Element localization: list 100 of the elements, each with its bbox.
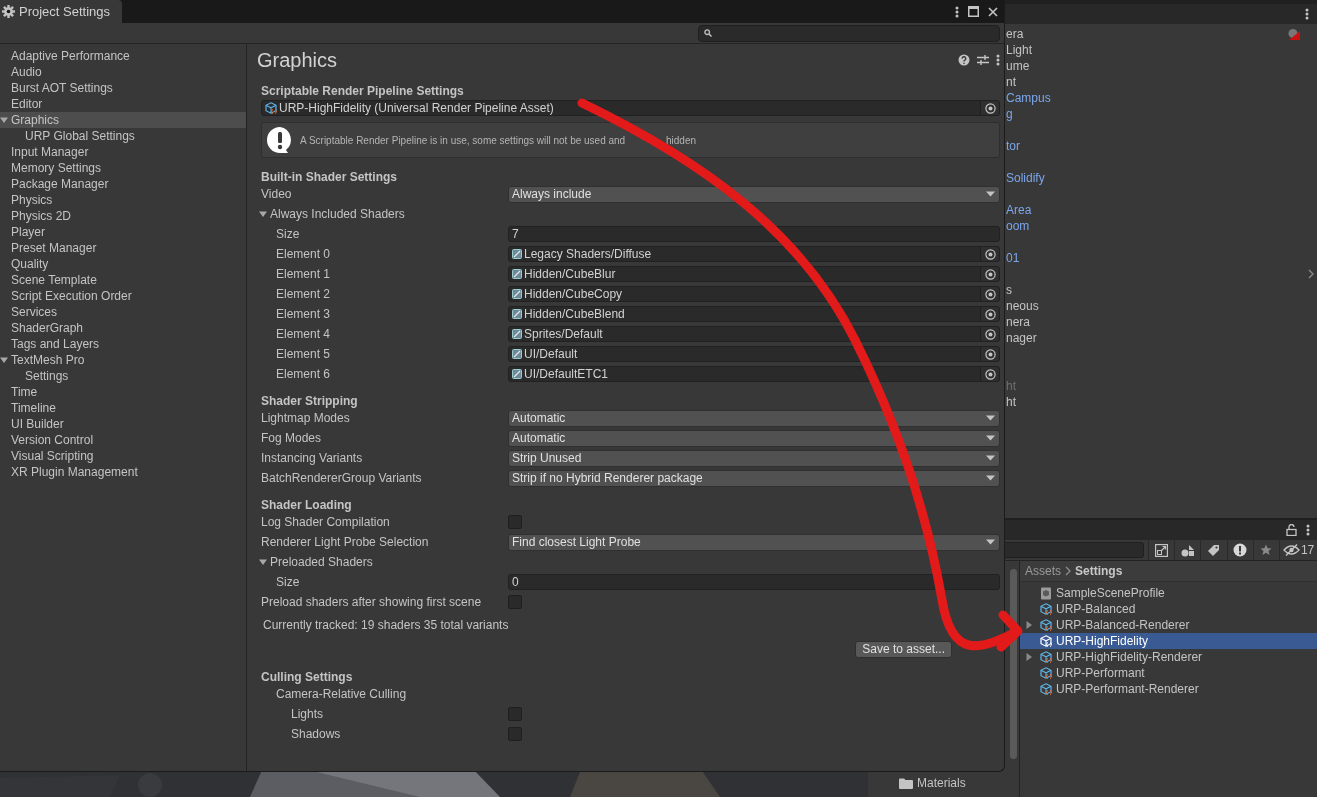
hierarchy-item[interactable]: oom <box>1005 218 1317 234</box>
hierarchy-item[interactable]: tor <box>1005 138 1317 154</box>
maximize-icon[interactable] <box>968 6 979 17</box>
hierarchy-item[interactable]: nera <box>1005 314 1317 330</box>
dropdown[interactable]: Automatic <box>508 429 1000 447</box>
sidebar-item[interactable]: Settings <box>0 368 246 384</box>
checkbox[interactable] <box>508 595 522 609</box>
object-field[interactable]: UI/DefaultETC1 <box>508 366 1000 382</box>
object-picker-button[interactable] <box>980 367 999 381</box>
expand-icon[interactable] <box>0 356 8 364</box>
object-picker-button[interactable] <box>980 307 999 321</box>
checkbox[interactable] <box>508 515 522 529</box>
asset-item[interactable]: URP-HighFidelity-Renderer <box>1020 649 1317 665</box>
foldout-toggle[interactable]: Preloaded Shaders <box>259 555 373 569</box>
hierarchy-item[interactable]: s <box>1005 282 1317 298</box>
checkbox[interactable] <box>508 727 522 741</box>
hierarchy-item[interactable]: Light <box>1005 42 1317 58</box>
number-field[interactable]: 7 <box>508 226 1000 242</box>
chevron-icon[interactable] <box>1308 269 1314 279</box>
sidebar-item[interactable]: Package Manager <box>0 176 246 192</box>
hierarchy-item[interactable]: g <box>1005 106 1317 122</box>
object-field[interactable]: Hidden/CubeBlur <box>508 266 1000 282</box>
sidebar-item[interactable]: URP Global Settings <box>0 128 246 144</box>
object-picker-button[interactable] <box>980 347 999 361</box>
asset-item[interactable]: URP-Performant-Renderer <box>1020 681 1317 697</box>
sidebar-item[interactable]: ShaderGraph <box>0 320 246 336</box>
close-icon[interactable] <box>988 6 998 17</box>
menu-icon[interactable] <box>1306 524 1310 536</box>
hierarchy-item[interactable]: Campus <box>1005 90 1317 106</box>
sidebar-item[interactable]: Preset Manager <box>0 240 246 256</box>
object-field[interactable]: Hidden/CubeBlend <box>508 306 1000 322</box>
object-picker-button[interactable] <box>980 327 999 341</box>
sidebar-item[interactable]: Memory Settings <box>0 160 246 176</box>
object-picker-button[interactable] <box>980 247 999 261</box>
menu-icon[interactable] <box>1305 8 1309 20</box>
object-field[interactable]: URP-HighFidelity (Universal Render Pipeline Asset) <box>261 100 1000 116</box>
object-picker-button[interactable] <box>980 287 999 301</box>
sidebar-item[interactable]: Timeline <box>0 400 246 416</box>
hierarchy-item[interactable]: ht <box>1005 394 1317 410</box>
lock-icon[interactable] <box>1286 524 1297 536</box>
object-field[interactable]: Hidden/CubeCopy <box>508 286 1000 302</box>
object-picker-button[interactable] <box>980 101 999 115</box>
sidebar-item[interactable]: Visual Scripting <box>0 448 246 464</box>
sidebar-item[interactable]: Scene Template <box>0 272 246 288</box>
dropdown[interactable]: Find closest Light Probe <box>508 533 1000 551</box>
asset-item[interactable]: SampleSceneProfile <box>1020 585 1317 601</box>
sidebar-item[interactable]: Physics <box>0 192 246 208</box>
hidden-packages-button[interactable]: 17 <box>1279 540 1317 560</box>
sidebar-item[interactable]: Player <box>0 224 246 240</box>
object-field[interactable]: Sprites/Default <box>508 326 1000 342</box>
asset-item[interactable]: URP-Balanced <box>1020 601 1317 617</box>
checkbox[interactable] <box>508 707 522 721</box>
foldout-toggle[interactable]: Always Included Shaders <box>259 207 405 221</box>
folder-item[interactable]: Materials <box>868 775 1019 791</box>
number-field[interactable]: 0 <box>508 574 1000 590</box>
sidebar-item[interactable]: Adaptive Performance <box>0 48 246 64</box>
sidebar-item[interactable]: Input Manager <box>0 144 246 160</box>
breadcrumb-item[interactable]: Settings <box>1075 564 1123 578</box>
sidebar-item[interactable]: Editor <box>0 96 246 112</box>
save-button[interactable]: Save to asset... <box>855 640 952 658</box>
asset-item[interactable]: URP-Performant <box>1020 665 1317 681</box>
menu-icon[interactable] <box>996 54 1000 66</box>
sidebar-item[interactable]: XR Plugin Management <box>0 464 246 480</box>
sidebar-item[interactable]: Services <box>0 304 246 320</box>
sidebar-item[interactable]: Quality <box>0 256 246 272</box>
scrollbar[interactable] <box>1010 569 1017 759</box>
expand-icon[interactable] <box>1025 653 1033 661</box>
asset-item[interactable]: URP-HighFidelity <box>1020 633 1317 649</box>
search-field[interactable] <box>698 24 1000 42</box>
sidebar-item[interactable]: Time <box>0 384 246 400</box>
dropdown[interactable]: Strip Unused <box>508 449 1000 467</box>
asset-item[interactable]: URP-Balanced-Renderer <box>1020 617 1317 633</box>
expand-icon[interactable] <box>0 116 8 124</box>
expand-icon[interactable] <box>1025 621 1033 629</box>
hierarchy-item[interactable]: ume <box>1005 58 1317 74</box>
sidebar-item[interactable]: Burst AOT Settings <box>0 80 246 96</box>
hierarchy-item[interactable]: nt <box>1005 74 1317 90</box>
hierarchy-item[interactable]: Solidify <box>1005 170 1317 186</box>
sidebar-item[interactable]: TextMesh Pro <box>0 352 246 368</box>
object-field[interactable]: Legacy Shaders/Diffuse <box>508 246 1000 262</box>
breadcrumb-item[interactable]: Assets <box>1025 564 1061 578</box>
settings-icon[interactable] <box>977 54 989 66</box>
sidebar-item[interactable]: Physics 2D <box>0 208 246 224</box>
help-icon[interactable] <box>958 54 970 66</box>
object-picker-button[interactable] <box>980 267 999 281</box>
hierarchy-item[interactable]: neous <box>1005 298 1317 314</box>
sidebar-item[interactable]: UI Builder <box>0 416 246 432</box>
object-field[interactable]: UI/Default <box>508 346 1000 362</box>
dropdown[interactable]: Strip if no Hybrid Renderer package <box>508 469 1000 487</box>
sidebar-item[interactable]: Version Control <box>0 432 246 448</box>
menu-icon[interactable] <box>955 5 959 18</box>
hierarchy-item[interactable]: Area <box>1005 202 1317 218</box>
sidebar-item[interactable]: Graphics <box>0 112 246 128</box>
dropdown[interactable]: Always include <box>508 185 1000 203</box>
sidebar-item[interactable]: Audio <box>0 64 246 80</box>
sidebar-item[interactable]: Tags and Layers <box>0 336 246 352</box>
sidebar-item[interactable]: Script Execution Order <box>0 288 246 304</box>
gizmo-icon[interactable] <box>1287 28 1301 41</box>
hierarchy-item[interactable]: nager <box>1005 330 1317 346</box>
dropdown[interactable]: Automatic <box>508 409 1000 427</box>
